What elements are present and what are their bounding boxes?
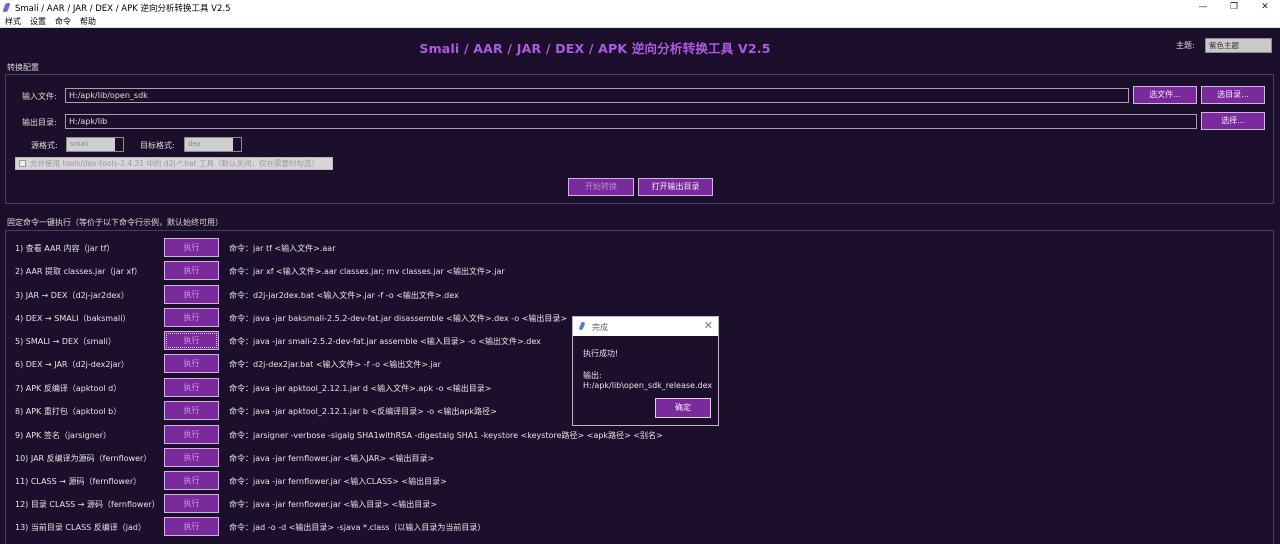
command-label: 11) CLASS → 源码（fernflower） <box>15 477 142 486</box>
command-text: 命令：jar tf <输入文件>.aar <box>229 244 336 253</box>
dialog-titlebar: 完成 ✕ <box>573 317 718 336</box>
maximize-button[interactable]: ❐ <box>1219 0 1249 15</box>
dialog-output-label: 输出: <box>583 371 602 380</box>
menu-bar: 样式 设置 命令 帮助 <box>0 15 1280 28</box>
start-convert-button[interactable]: 开始转换 <box>568 178 634 196</box>
run-command-button[interactable]: 执行 <box>164 425 219 444</box>
target-format-value: dex <box>188 140 201 148</box>
run-command-button[interactable]: 执行 <box>164 285 219 304</box>
checkbox-box <box>19 160 26 167</box>
command-label: 8) APK 重打包（apktool b） <box>15 407 122 416</box>
dialog-close-icon[interactable]: ✕ <box>704 319 713 332</box>
command-row: 3) JAR → DEX（d2j-jar2dex） 执行 命令：d2j-jar2… <box>0 284 1270 307</box>
completion-dialog: 完成 ✕ 执行成功! 输出: H:/apk/lib\open_sdk_relea… <box>572 316 719 426</box>
menu-item-style[interactable]: 样式 <box>5 16 21 27</box>
command-label: 12) 目录 CLASS → 源码（fernflower） <box>15 500 160 509</box>
dialog-ok-button[interactable]: 确定 <box>655 398 711 418</box>
command-label: 10) JAR 反编译为源码（fernflower） <box>15 454 152 463</box>
command-text: 命令：jad -o -d <输出目录> -sjava *.class（以输入目录… <box>229 523 486 532</box>
source-format-select[interactable]: smali <box>66 137 124 152</box>
command-row: 13) 当前目录 CLASS 反编译（jad） 执行 命令：jad -o -d … <box>0 516 1270 539</box>
menu-item-help[interactable]: 帮助 <box>80 16 96 27</box>
choose-output-button[interactable]: 选择... <box>1201 112 1265 130</box>
select-dir-button[interactable]: 选目录... <box>1201 86 1265 104</box>
command-text: 命令：java -jar fernflower.jar <输入目录> <输出目录… <box>229 500 437 509</box>
command-text: 命令：java -jar fernflower.jar <输入CLASS> <输… <box>229 477 447 486</box>
window-titlebar: Smali / AAR / JAR / DEX / APK 逆向分析转换工具 V… <box>0 0 1280 15</box>
config-section-title: 转换配置 <box>7 63 39 72</box>
close-button[interactable]: ✕ <box>1250 0 1280 15</box>
chevron-down-icon <box>115 138 123 151</box>
menu-item-settings[interactable]: 设置 <box>30 16 46 27</box>
run-command-button[interactable]: 执行 <box>164 378 219 397</box>
output-dir-field[interactable]: H:/apk/lib <box>65 114 1197 129</box>
menu-item-commands[interactable]: 命令 <box>55 16 71 27</box>
run-command-button[interactable]: 执行 <box>164 494 219 513</box>
output-dir-label: 输出目录: <box>22 118 57 127</box>
run-command-button[interactable]: 执行 <box>164 354 219 373</box>
command-text: 命令：java -jar smali-2.5.2-dev-fat.jar ass… <box>229 337 541 346</box>
command-row: 2) AAR 提取 classes.jar（jar xf） 执行 命令：jar … <box>0 260 1270 283</box>
command-text: 命令：d2j-dex2jar.bat <输入文件> -f -o <输出文件>.j… <box>229 360 441 369</box>
target-format-select[interactable]: dex <box>184 137 242 152</box>
command-row: 11) CLASS → 源码（fernflower） 执行 命令：java -j… <box>0 470 1270 493</box>
command-text: 命令：java -jar apktool_2.12.1.jar b <反编译目录… <box>229 407 497 416</box>
command-text: 命令：java -jar baksmali-2.5.2-dev-fat.jar … <box>229 314 568 323</box>
window-title: Smali / AAR / JAR / DEX / APK 逆向分析转换工具 V… <box>15 4 231 14</box>
run-command-button[interactable]: 执行 <box>164 401 219 420</box>
app-header: Smali / AAR / JAR / DEX / APK 逆向分析转换工具 V… <box>0 28 1280 62</box>
open-output-dir-button[interactable]: 打开输出目录 <box>638 178 713 196</box>
run-command-button[interactable]: 执行 <box>164 238 219 257</box>
command-text: 命令：jarsigner -verbose -sigalg SHA1withRS… <box>229 431 663 440</box>
command-row: 12) 目录 CLASS → 源码（fernflower） 执行 命令：java… <box>0 493 1270 516</box>
command-label: 1) 查看 AAR 内容（jar tf） <box>15 244 115 253</box>
command-text: 命令：jar xf <输入文件>.aar classes.jar; mv cla… <box>229 267 505 276</box>
run-command-button[interactable]: 执行 <box>164 471 219 490</box>
run-command-button[interactable]: 执行 <box>164 308 219 327</box>
command-label: 7) APK 反编译（apktool d） <box>15 384 122 393</box>
run-command-button[interactable]: 执行 <box>164 331 219 350</box>
feather-icon <box>2 3 11 12</box>
command-text: 命令：d2j-jar2dex.bat <输入文件>.jar -f -o <输出文… <box>229 291 459 300</box>
command-label: 9) APK 签名（jarsigner） <box>15 431 112 440</box>
source-format-value: smali <box>70 140 89 148</box>
dialog-output-path: H:/apk/lib\open_sdk_release.dex <box>583 381 713 390</box>
input-file-label: 输入文件: <box>22 92 57 101</box>
source-format-label: 源格式: <box>31 141 58 150</box>
target-format-label: 目标格式: <box>140 141 175 150</box>
dialog-title: 完成 <box>592 323 608 332</box>
commands-section-title: 固定命令一键执行（等价于以下命令行示例，默认始终可用） <box>7 218 223 227</box>
dialog-message: 执行成功! <box>583 349 619 358</box>
command-label: 13) 当前目录 CLASS 反编译（jad） <box>15 523 146 532</box>
d2j-tools-checkbox-label: 允许使用 tools/dex-tools-2.4.31 中的 d2j-*.bat… <box>30 159 319 168</box>
input-file-field[interactable]: H:/apk/lib/open_sdk <box>65 88 1129 103</box>
page-title: Smali / AAR / JAR / DEX / APK 逆向分析转换工具 V… <box>419 41 771 56</box>
command-label: 2) AAR 提取 classes.jar（jar xf） <box>15 267 142 276</box>
feather-icon <box>578 322 586 330</box>
select-file-button[interactable]: 选文件... <box>1133 86 1197 104</box>
run-command-button[interactable]: 执行 <box>164 448 219 467</box>
command-text: 命令：java -jar apktool_2.12.1.jar d <输入文件>… <box>229 384 492 393</box>
run-command-button[interactable]: 执行 <box>164 261 219 280</box>
command-row: 10) JAR 反编译为源码（fernflower） 执行 命令：java -j… <box>0 447 1270 470</box>
minimize-button[interactable]: — <box>1188 0 1218 15</box>
command-text: 命令：java -jar fernflower.jar <输入JAR> <输出目… <box>229 454 435 463</box>
command-row: 9) APK 签名（jarsigner） 执行 命令：jarsigner -ve… <box>0 424 1270 447</box>
theme-label: 主题: <box>1176 41 1195 50</box>
command-row: 1) 查看 AAR 内容（jar tf） 执行 命令：jar tf <输入文件>… <box>0 237 1270 260</box>
theme-select[interactable]: 紫色主题 <box>1205 38 1272 53</box>
command-label: 6) DEX → JAR（d2j-dex2jar） <box>15 360 129 369</box>
chevron-down-icon <box>233 138 241 151</box>
run-command-button[interactable]: 执行 <box>164 517 219 536</box>
command-label: 5) SMALI → DEX（smali） <box>15 337 116 346</box>
command-label: 3) JAR → DEX（d2j-jar2dex） <box>15 291 129 300</box>
d2j-tools-checkbox[interactable]: 允许使用 tools/dex-tools-2.4.31 中的 d2j-*.bat… <box>15 157 333 170</box>
command-label: 4) DEX → SMALI（baksmali） <box>15 314 131 323</box>
